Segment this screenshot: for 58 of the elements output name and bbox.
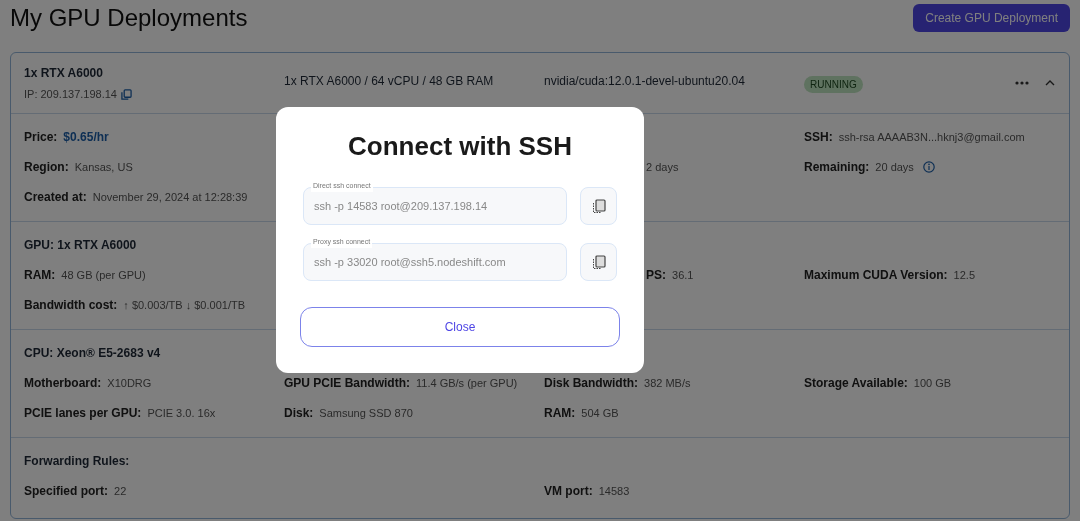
- field-value: ↑ $0.003/TB ↓ $0.001/TB: [123, 297, 245, 313]
- field-value: PCIE 3.0. 16x: [147, 405, 216, 421]
- field-value: 2 days: [646, 159, 679, 175]
- field-label: Region:: [24, 159, 69, 176]
- copy-icon[interactable]: [120, 88, 132, 100]
- field-label: Remaining:: [804, 159, 870, 176]
- field-value: 100 GB: [913, 375, 952, 391]
- field-value: $0.65/hr: [63, 129, 109, 146]
- copy-button[interactable]: [580, 187, 617, 225]
- more-icon[interactable]: [1015, 81, 1029, 85]
- field-value: 11.4 GB/s (per GPU): [416, 375, 518, 391]
- field-label: Motherboard:: [24, 375, 102, 392]
- field-label: Price:: [24, 129, 58, 146]
- info-icon[interactable]: [922, 161, 935, 173]
- chevron-icon[interactable]: [1045, 80, 1055, 86]
- deployment-spec: 1x RTX A6000 / 64 vCPU / 48 GB RAM: [284, 73, 495, 90]
- field-value: Kansas, US: [74, 159, 133, 175]
- field-value: 504 GB: [581, 405, 619, 421]
- field-label: Specified port:: [24, 483, 108, 500]
- close-button[interactable]: Close: [300, 307, 620, 347]
- field-label: Maximum CUDA Version:: [804, 267, 948, 284]
- create-deployment-button[interactable]: Create GPU Deployment: [913, 4, 1070, 32]
- field-label: GPU PCIE Bandwidth:: [284, 375, 410, 392]
- copy-icon: [591, 198, 606, 214]
- image-name: nvidia/cuda:12.0.1-devel-ubuntu20.04: [544, 73, 746, 90]
- page-title: My GPU Deployments: [10, 3, 248, 33]
- field-value: 36.1: [672, 267, 694, 283]
- section-heading: CPU: Xeon® E5-2683 v4: [24, 345, 161, 362]
- field-label: Bandwidth cost:: [24, 297, 118, 314]
- deployment-name: 1x RTX A6000: [24, 64, 104, 82]
- field-value: ssh-rsa AAAAB3N...hknj3@gmail.com: [838, 129, 1025, 145]
- section-heading: GPU: 1x RTX A6000: [24, 237, 137, 254]
- field-label: Disk:: [284, 405, 314, 422]
- field-label: SSH:: [804, 129, 833, 146]
- field-value: 14583: [598, 483, 630, 499]
- field-label: PCIE lanes per GPU:: [24, 405, 142, 422]
- field-value: 22: [114, 483, 127, 499]
- field-label: Disk Bandwidth:: [544, 375, 638, 392]
- field-value: November 29, 2024 at 12:28:39: [92, 189, 248, 205]
- field-value: 12.5: [953, 267, 975, 283]
- field-value: 48 GB (per GPU): [61, 267, 146, 283]
- field-label: PS:: [646, 267, 666, 284]
- field-label: VM port:: [544, 483, 593, 500]
- copy-button[interactable]: [580, 243, 617, 281]
- field-value: X10DRG: [107, 375, 152, 391]
- field-value: 382 MB/s: [644, 375, 691, 391]
- status-badge: RUNNING: [804, 76, 863, 93]
- ssh-command-field[interactable]: ssh -p 14583 root@209.137.198.14: [303, 187, 567, 225]
- field-label: RAM:: [24, 267, 56, 284]
- copy-icon: [591, 254, 606, 270]
- section-heading: Forwarding Rules:: [24, 453, 130, 470]
- ip-address: IP: 209.137.198.14: [24, 86, 117, 102]
- field-label: Created at:: [24, 189, 87, 206]
- field-label: RAM:: [544, 405, 576, 422]
- field-label: Storage Available:: [804, 375, 908, 392]
- field-value: Samsung SSD 870: [319, 405, 413, 421]
- field-value: 20 days: [875, 159, 914, 175]
- dialog-title: Connect with SSH: [347, 131, 573, 161]
